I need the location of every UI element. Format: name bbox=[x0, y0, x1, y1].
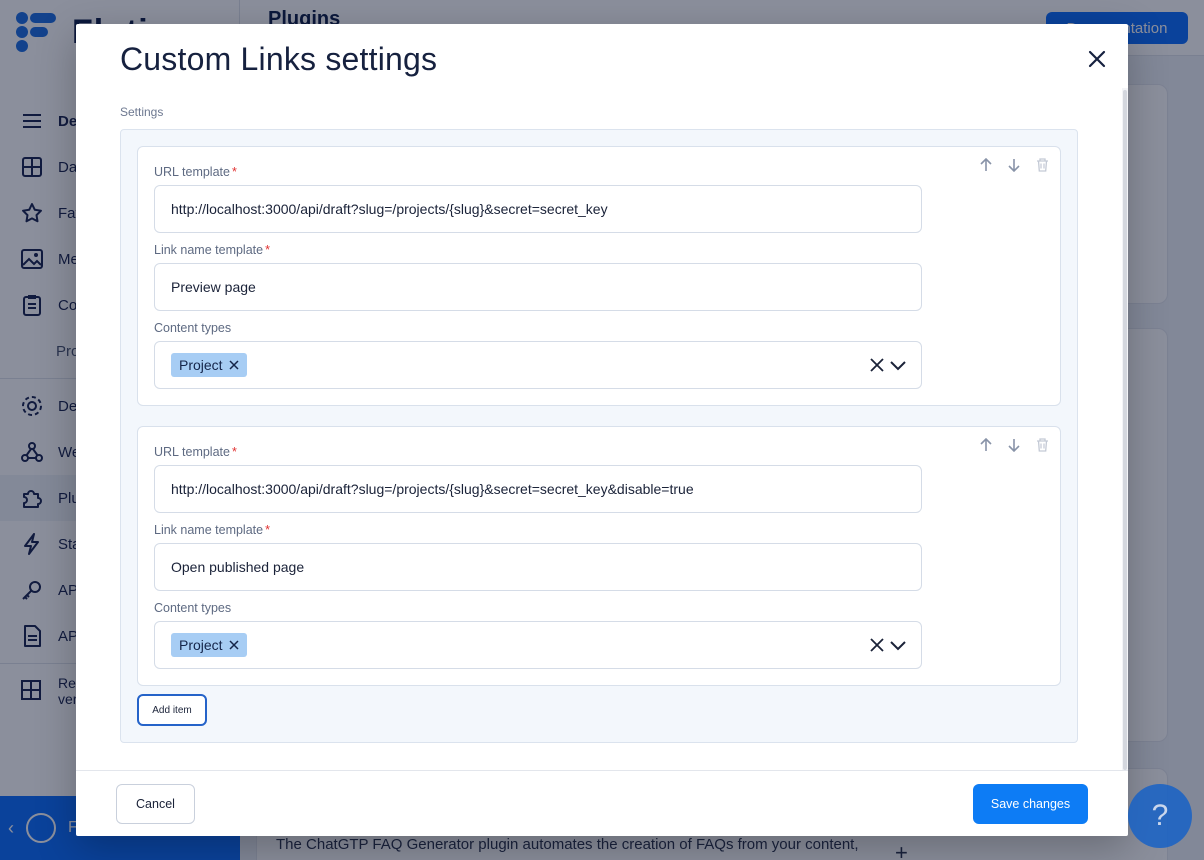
clear-icon[interactable] bbox=[869, 357, 885, 373]
arrow-down-icon[interactable] bbox=[1006, 157, 1022, 173]
settings-panel: URL template * http://localhost:3000/api/… bbox=[120, 129, 1078, 743]
url-template-label: URL template * bbox=[154, 445, 237, 459]
url-template-input[interactable]: http://localhost:3000/api/draft?slug=/pr… bbox=[154, 465, 922, 513]
add-item-button[interactable]: Add item bbox=[137, 694, 207, 726]
content-types-label: Content types bbox=[154, 321, 232, 335]
content-type-chip: Project bbox=[171, 353, 247, 377]
content-type-chip: Project bbox=[171, 633, 247, 657]
arrow-up-icon[interactable] bbox=[978, 157, 994, 173]
content-types-select[interactable]: Project bbox=[154, 621, 922, 669]
chevron-down-icon[interactable] bbox=[889, 637, 907, 653]
close-icon[interactable] bbox=[1086, 48, 1108, 70]
remove-chip-icon[interactable] bbox=[229, 640, 239, 650]
arrow-up-icon[interactable] bbox=[978, 437, 994, 453]
item-actions bbox=[978, 157, 1050, 173]
clear-icon[interactable] bbox=[869, 637, 885, 653]
trash-icon[interactable] bbox=[1034, 437, 1050, 453]
link-name-input[interactable]: Open published page bbox=[154, 543, 922, 591]
content-types-label: Content types bbox=[154, 601, 232, 615]
link-name-input[interactable]: Preview page bbox=[154, 263, 922, 311]
scrollbar-thumb[interactable] bbox=[1123, 90, 1127, 770]
arrow-down-icon[interactable] bbox=[1006, 437, 1022, 453]
section-label: Settings bbox=[120, 105, 164, 119]
url-template-label: URL template * bbox=[154, 165, 237, 179]
content-types-select[interactable]: Project bbox=[154, 341, 922, 389]
trash-icon[interactable] bbox=[1034, 157, 1050, 173]
url-template-input[interactable]: http://localhost:3000/api/draft?slug=/pr… bbox=[154, 185, 922, 233]
remove-chip-icon[interactable] bbox=[229, 360, 239, 370]
chevron-down-icon[interactable] bbox=[889, 357, 907, 373]
help-button[interactable]: ? bbox=[1128, 784, 1192, 848]
link-item-card: URL template * http://localhost:3000/api/… bbox=[137, 426, 1061, 686]
save-changes-button[interactable]: Save changes bbox=[973, 784, 1088, 824]
link-name-label: Link name template * bbox=[154, 523, 270, 537]
footer-divider bbox=[76, 770, 1128, 771]
link-item-card: URL template * http://localhost:3000/api/… bbox=[137, 146, 1061, 406]
modal-title: Custom Links settings bbox=[120, 41, 438, 77]
item-actions bbox=[978, 437, 1050, 453]
link-name-label: Link name template * bbox=[154, 243, 270, 257]
help-icon: ? bbox=[1151, 799, 1169, 832]
settings-modal: Custom Links settings Settings URL templ… bbox=[76, 24, 1128, 836]
cancel-button[interactable]: Cancel bbox=[116, 784, 195, 824]
